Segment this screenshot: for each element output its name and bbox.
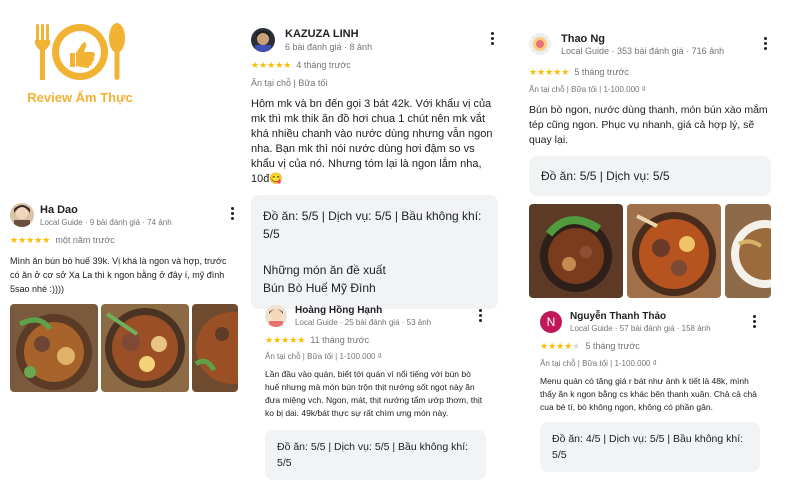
recommended-dishes: Bún Bò Huế Mỹ Đình	[263, 281, 376, 295]
review-card-thao-ng: Thao Ng Local Guide · 353 bài đánh giá ·…	[529, 33, 771, 298]
star-rating: ★★★★★	[529, 67, 570, 77]
visit-tags: Ăn tại chỗ | Bữa tối | 1-100.000 ₫	[540, 359, 657, 368]
avatar[interactable]	[529, 33, 551, 55]
review-photo[interactable]	[10, 304, 98, 392]
ratings-line: Đồ ăn: 5/5 | Dịch vụ: 5/5 | Bầu không kh…	[277, 441, 469, 469]
review-photo[interactable]	[627, 204, 721, 298]
visit-tags: Ăn tại chỗ | Bữa tối	[251, 78, 328, 88]
review-photo[interactable]	[529, 204, 623, 298]
avatar[interactable]: N	[540, 311, 562, 333]
review-am-thuc-logo: Review Ẩm Thực	[24, 20, 136, 105]
avatar[interactable]	[251, 28, 275, 52]
visit-tags: Ăn tại chỗ | Bữa tối | 1-100.000 ₫	[265, 352, 382, 361]
reviewer-meta: Local Guide · 353 bài đánh giá · 716 ảnh	[561, 46, 725, 56]
more-options-icon[interactable]	[474, 307, 486, 325]
review-time: 4 tháng trước	[296, 60, 351, 70]
visit-tags: Ăn tại chỗ | Bữa tối | 1-100.000 ₫	[529, 85, 646, 94]
review-photos	[529, 204, 771, 298]
reviewer-name[interactable]: Nguyễn Thanh Thảo	[570, 311, 666, 322]
reviewer-meta: Local Guide · 25 bài đánh giá · 53 ảnh	[295, 318, 432, 327]
review-photo[interactable]	[101, 304, 189, 392]
star-rating: ★★★★★	[265, 335, 306, 345]
ratings-box: Đồ ăn: 5/5 | Dịch vụ: 5/5 | Bầu không kh…	[251, 195, 498, 309]
avatar[interactable]	[265, 305, 287, 327]
review-time: một năm trước	[55, 235, 115, 245]
review-time: 5 tháng trước	[574, 67, 629, 77]
star-rating: ★★★★★	[540, 341, 581, 351]
more-options-icon[interactable]	[486, 30, 498, 48]
ratings-line: Đồ ăn: 4/5 | Dịch vụ: 5/5 | Bầu không kh…	[552, 433, 744, 461]
review-photos	[10, 304, 238, 392]
review-time: 5 tháng trước	[585, 341, 640, 351]
review-text: Hôm mk và bn đến gọi 3 bát 42k. Với khẩu…	[251, 98, 493, 185]
more-options-icon[interactable]	[226, 205, 238, 223]
reviewer-name[interactable]: Hoàng Hồng Hạnh	[295, 305, 382, 316]
reviewer-name[interactable]: Thao Ng	[561, 33, 605, 45]
more-options-icon[interactable]	[759, 35, 771, 53]
star-rating: ★★★★★	[251, 60, 292, 70]
review-card-hoang-hong-hanh: Hoàng Hồng Hạnh Local Guide · 25 bài đán…	[265, 305, 486, 480]
review-photo[interactable]	[192, 304, 238, 392]
ratings-box: Đồ ăn: 5/5 | Dịch vụ: 5/5 | Bầu không kh…	[265, 430, 486, 480]
reviewer-name[interactable]: Ha Dao	[40, 204, 78, 216]
review-text: Menu quán có tăng giá r bát như ảnh k ti…	[540, 376, 757, 412]
ratings-line: Đồ ăn: 5/5 | Dịch vụ: 5/5	[541, 169, 670, 183]
review-text: Bún bò ngon, nước dùng thanh, món bún xà…	[529, 104, 768, 146]
ratings-line: Đồ ăn: 5/5 | Dịch vụ: 5/5 | Bầu không kh…	[263, 209, 482, 241]
more-options-icon[interactable]	[748, 313, 760, 331]
reviewer-meta: 6 bài đánh giá · 8 ảnh	[285, 42, 373, 52]
reviewer-meta: Local Guide · 9 bài đánh giá · 74 ảnh	[40, 218, 172, 227]
logo-text: Review Ẩm Thực	[27, 90, 133, 105]
review-photo[interactable]	[725, 204, 771, 298]
cutlery-plate-thumbs-up-icon	[35, 23, 125, 80]
ratings-box: Đồ ăn: 5/5 | Dịch vụ: 5/5	[529, 156, 771, 196]
review-text: Mình ăn bún bò huế 39k. Vị khá là ngon v…	[10, 256, 227, 294]
ratings-box: Đồ ăn: 4/5 | Dịch vụ: 5/5 | Bầu không kh…	[540, 422, 760, 472]
review-card-nguyen-thanh-thao: N Nguyễn Thanh Thảo Local Guide · 57 bài…	[540, 311, 760, 472]
avatar[interactable]	[10, 203, 34, 227]
reviewer-meta: Local Guide · 57 bài đánh giá · 158 ảnh	[570, 324, 711, 333]
reviewer-name[interactable]: KAZUZA LINH	[285, 28, 359, 40]
star-rating: ★★★★★	[10, 235, 51, 245]
recommended-dishes-title: Những món ăn đề xuất	[263, 263, 386, 277]
review-card-kazuza-linh: KAZUZA LINH 6 bài đánh giá · 8 ảnh ★★★★★…	[251, 28, 498, 309]
review-card-ha-dao: Ha Dao Local Guide · 9 bài đánh giá · 74…	[10, 203, 238, 392]
review-time: 11 tháng trước	[310, 335, 370, 345]
review-text: Lần đầu vào quán, biết tới quán vì nổi t…	[265, 369, 483, 418]
